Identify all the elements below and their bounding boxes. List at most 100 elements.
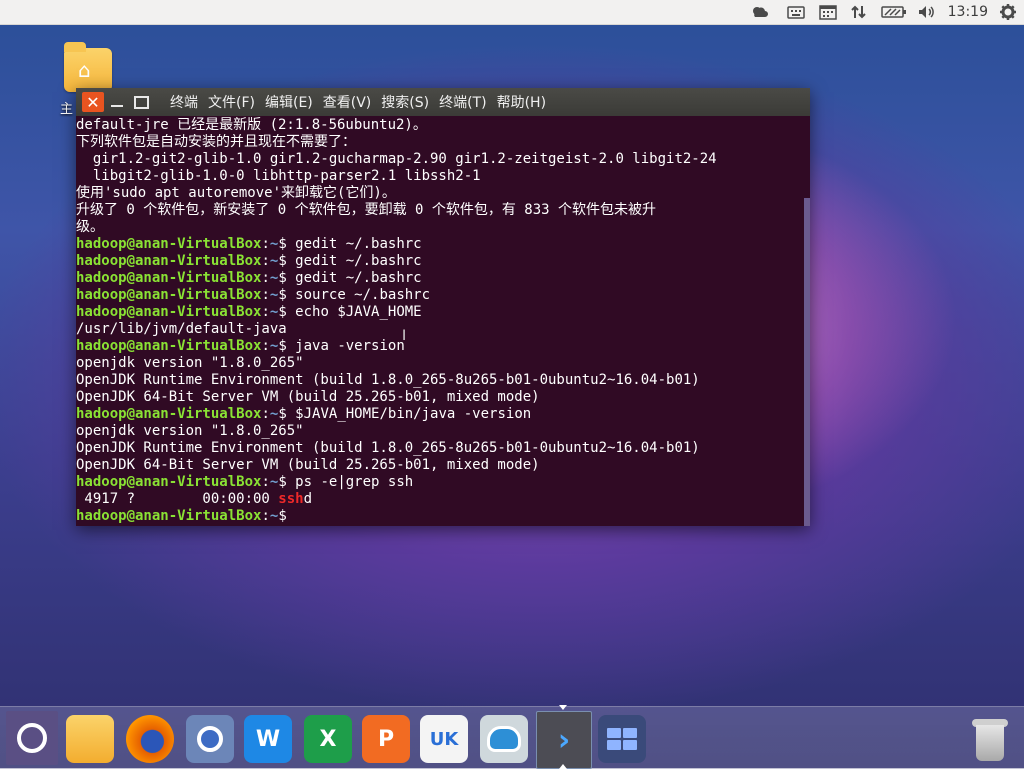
close-window-button[interactable]: ✕	[82, 92, 104, 112]
weather-icon[interactable]	[746, 0, 772, 24]
prompt-separator: :	[261, 338, 270, 354]
terminal-output-line: OpenJDK 64-Bit Server VM (build 25.265-b…	[76, 389, 802, 406]
active-indicator-bottom-icon	[559, 764, 567, 769]
grep-prefix: 4917 ? 00:00:00	[76, 491, 279, 507]
grep-match: ssh	[278, 491, 304, 507]
settings-gear-icon[interactable]	[996, 0, 1020, 24]
command-text: source ~/.bashrc	[286, 287, 431, 303]
output-text: default-jre 已经是最新版 (2:1.8-56ubuntu2)。	[76, 117, 427, 133]
output-text: 下列软件包是自动安装的并且现在不需要了：	[76, 134, 356, 150]
menu-search[interactable]: 搜索(S)	[381, 92, 429, 112]
panel-clock[interactable]: 13:19	[948, 0, 988, 24]
menu-file[interactable]: 文件(F)	[208, 92, 255, 112]
grep-rest: d	[303, 491, 313, 507]
terminal-output-line: 升级了 0 个软件包，新安装了 0 个软件包，要卸载 0 个软件包，有 833 …	[76, 202, 802, 219]
terminal-output-line: 下列软件包是自动安装的并且现在不需要了：	[76, 134, 802, 151]
dock-ubuntu-launcher[interactable]	[6, 711, 58, 765]
command-text: gedit ~/.bashrc	[286, 236, 422, 252]
prompt-sign: $	[278, 287, 287, 303]
output-text: 使用'sudo apt autoremove'来卸载它(它们)。	[76, 185, 396, 201]
terminal-output-line: 4917 ? 00:00:00 sshd	[76, 491, 802, 508]
prompt-user: hadoop@anan-VirtualBox	[76, 253, 262, 269]
dock-terminal[interactable]: ›	[536, 711, 592, 769]
menu-edit[interactable]: 编辑(E)	[265, 92, 313, 112]
prompt-user: hadoop@anan-VirtualBox	[76, 474, 262, 490]
minimize-icon	[111, 105, 123, 107]
workspace-switcher-icon	[607, 728, 637, 750]
output-text: OpenJDK 64-Bit Server VM (build 25.265-b…	[76, 389, 540, 405]
prompt-sign: $	[278, 304, 287, 320]
dock-chromium[interactable]	[186, 715, 234, 763]
terminal-command-line: hadoop@anan-VirtualBox:~$ source ~/.bash…	[76, 287, 802, 304]
terminal-titlebar[interactable]: ✕ 终端 文件(F) 编辑(E) 查看(V) 搜索(S) 终端(T) 帮助(H)	[76, 88, 810, 116]
terminal-output-line: 使用'sudo apt autoremove'来卸载它(它们)。	[76, 185, 802, 202]
minimize-window-button[interactable]	[106, 92, 128, 112]
terminal-output-line: openjdk version "1.8.0_265"	[76, 423, 802, 440]
menu-terminal-title[interactable]: 终端	[170, 92, 198, 112]
prompt-sign: $	[278, 508, 287, 524]
dock-workspaces[interactable]	[598, 715, 646, 763]
maximize-icon	[133, 95, 149, 109]
terminal-command-line: hadoop@anan-VirtualBox:~$ gedit ~/.bashr…	[76, 270, 802, 287]
home-folder-icon[interactable]: ⌂	[64, 42, 112, 92]
writer-icon: W	[255, 726, 281, 752]
output-text: OpenJDK Runtime Environment (build 1.8.0…	[76, 440, 700, 456]
prompt-separator: :	[261, 270, 270, 286]
dock-trash[interactable]	[972, 719, 1008, 763]
prompt-separator: :	[261, 474, 270, 490]
prompt-user: hadoop@anan-VirtualBox	[76, 338, 262, 354]
close-icon: ✕	[86, 92, 100, 112]
output-text: 升级了 0 个软件包，新安装了 0 个软件包，要卸载 0 个软件包，有 833 …	[76, 202, 656, 218]
terminal-scrollbar[interactable]	[804, 198, 810, 526]
output-text: openjdk version "1.8.0_265"	[76, 355, 304, 371]
keyboard-icon[interactable]	[784, 0, 808, 24]
prompt-sign: $	[278, 338, 287, 354]
prompt-separator: :	[261, 287, 270, 303]
maximize-window-button[interactable]	[130, 92, 152, 112]
dock-wps-spreadsheets[interactable]: X	[304, 715, 352, 763]
command-text: gedit ~/.bashrc	[286, 253, 422, 269]
dock-ubuntu-kylin-store[interactable]: UK	[420, 715, 468, 763]
output-text: OpenJDK Runtime Environment (build 1.8.0…	[76, 372, 700, 388]
prompt-sign: $	[278, 270, 287, 286]
prompt-separator: :	[261, 304, 270, 320]
text-cursor-icon: I	[402, 328, 407, 344]
battery-icon[interactable]	[880, 0, 908, 24]
dock-firefox[interactable]	[126, 715, 174, 763]
prompt-sign: $	[278, 474, 287, 490]
terminal-command-line: hadoop@anan-VirtualBox:~$	[76, 508, 802, 525]
menu-help[interactable]: 帮助(H)	[497, 92, 546, 112]
dock-wps-presentation[interactable]: P	[362, 715, 410, 763]
trash-icon	[976, 725, 1004, 761]
terminal-output-line: OpenJDK 64-Bit Server VM (build 25.265-b…	[76, 457, 802, 474]
output-text: /usr/lib/jvm/default-java	[76, 321, 287, 337]
terminal-output-line: OpenJDK Runtime Environment (build 1.8.0…	[76, 372, 802, 389]
output-text: libgit2-glib-1.0-0 libhttp-parser2.1 lib…	[76, 168, 481, 184]
calendar-icon[interactable]	[816, 0, 840, 24]
dock-files[interactable]	[66, 715, 114, 763]
command-text: gedit ~/.bashrc	[286, 270, 422, 286]
menu-view[interactable]: 查看(V)	[323, 92, 372, 112]
terminal-prompt-icon: ›	[557, 722, 571, 758]
terminal-output-line: 级。	[76, 219, 802, 236]
terminal-output[interactable]: default-jre 已经是最新版 (2:1.8-56ubuntu2)。 下列软…	[76, 117, 802, 526]
prompt-user: hadoop@anan-VirtualBox	[76, 304, 262, 320]
terminal-window[interactable]: ✕ 终端 文件(F) 编辑(E) 查看(V) 搜索(S) 终端(T) 帮助(H)…	[76, 88, 810, 526]
terminal-output-line: OpenJDK Runtime Environment (build 1.8.0…	[76, 440, 802, 457]
prompt-user: hadoop@anan-VirtualBox	[76, 508, 262, 524]
top-panel: 13:19	[0, 0, 1024, 25]
terminal-command-line: hadoop@anan-VirtualBox:~$ $JAVA_HOME/bin…	[76, 406, 802, 423]
dock-wps-writer[interactable]: W	[244, 715, 292, 763]
robot-assistant-icon	[487, 726, 521, 752]
spreadsheet-icon: X	[319, 726, 337, 752]
prompt-sign: $	[278, 406, 287, 422]
volume-icon[interactable]	[916, 0, 938, 24]
menu-terminal[interactable]: 终端(T)	[439, 92, 486, 112]
ubuntu-logo-icon	[17, 723, 47, 753]
desktop: 13:19 ⌂ 主 ✕ 终端 文件(F) 编辑(E) 查看(V) 搜索(S) 终…	[0, 0, 1024, 769]
dock-assistant[interactable]	[480, 715, 528, 763]
output-text: openjdk version "1.8.0_265"	[76, 423, 304, 439]
terminal-command-line: hadoop@anan-VirtualBox:~$ ps -e|grep ssh	[76, 474, 802, 491]
terminal-output-line: libgit2-glib-1.0-0 libhttp-parser2.1 lib…	[76, 168, 802, 185]
network-transfer-icon[interactable]	[848, 0, 870, 24]
